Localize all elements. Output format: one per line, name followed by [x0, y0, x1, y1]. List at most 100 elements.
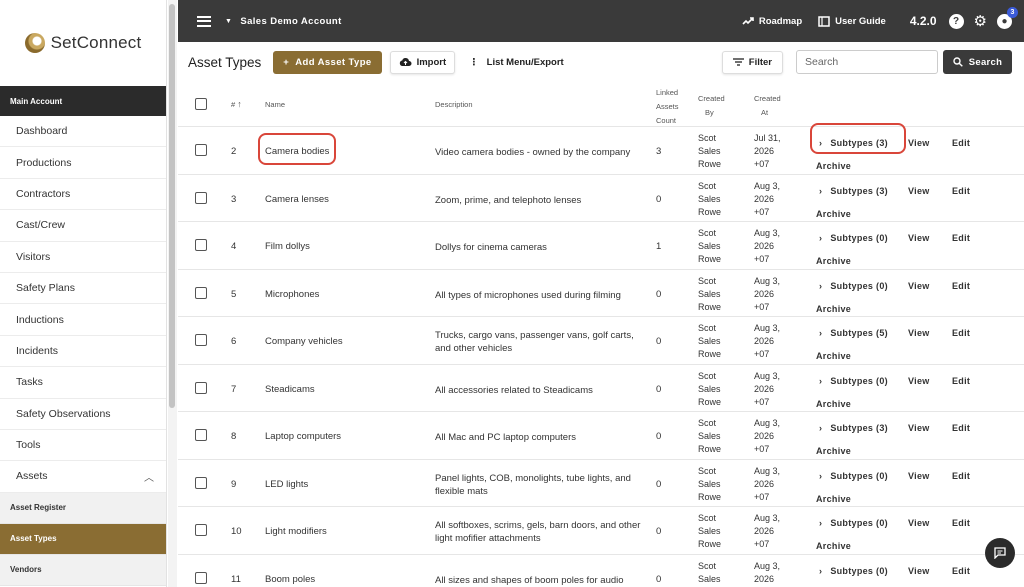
view-button[interactable]: View: [908, 376, 930, 386]
table-row[interactable]: 6 Company vehicles Trucks, cargo vans, pas…: [178, 317, 1024, 365]
subtypes-button[interactable]: › Subtypes (5): [819, 328, 888, 338]
edit-button[interactable]: Edit: [952, 423, 970, 433]
edit-button[interactable]: Edit: [952, 376, 970, 386]
add-asset-type-button[interactable]: + Add Asset Type: [273, 50, 382, 74]
asset-type-name[interactable]: Light modifiers: [265, 526, 327, 537]
asset-type-name[interactable]: LED lights: [265, 479, 308, 490]
row-checkbox[interactable]: [195, 286, 207, 299]
table-row[interactable]: 4 Film dollys Dollys for cinema cameras 1 Sc…: [178, 222, 1024, 270]
view-button[interactable]: View: [908, 328, 930, 338]
scrollbar-thumb[interactable]: [169, 4, 175, 408]
row-checkbox[interactable]: [195, 144, 207, 156]
subtypes-button[interactable]: › Subtypes (0): [819, 281, 888, 291]
view-button[interactable]: View: [908, 138, 930, 148]
subtypes-button[interactable]: › Subtypes (0): [819, 471, 888, 481]
edit-button[interactable]: Edit: [952, 186, 970, 196]
column-header-created-by[interactable]: Created By: [698, 92, 725, 120]
archive-button[interactable]: Archive: [816, 446, 851, 456]
hamburger-menu-icon[interactable]: [197, 15, 211, 27]
view-button[interactable]: View: [908, 518, 930, 528]
column-header-number[interactable]: # ↑: [231, 99, 242, 109]
archive-button[interactable]: Archive: [816, 541, 851, 551]
edit-button[interactable]: Edit: [952, 518, 970, 528]
sidebar-item-tools[interactable]: Tools: [0, 430, 166, 462]
sidebar-item-productions[interactable]: Productions: [0, 147, 166, 179]
logo[interactable]: SetConnect: [0, 0, 166, 86]
sidebar-subitem-asset-register[interactable]: Asset Register: [0, 492, 166, 524]
user-menu[interactable]: ● 3: [997, 6, 1018, 29]
row-checkbox[interactable]: [195, 381, 207, 394]
sidebar-item-dashboard[interactable]: Dashboard: [0, 116, 166, 148]
row-checkbox[interactable]: [195, 334, 207, 346]
column-header-created-at[interactable]: Created At: [754, 92, 781, 120]
subtypes-button[interactable]: › Subtypes (0): [819, 376, 888, 386]
asset-type-name[interactable]: Laptop computers: [265, 431, 341, 442]
asset-type-name[interactable]: Steadicams: [265, 384, 315, 395]
view-button[interactable]: View: [908, 471, 930, 481]
sidebar-item-safety-observations[interactable]: Safety Observations: [0, 399, 166, 430]
sidebar-scrollbar[interactable]: [168, 0, 177, 587]
view-button[interactable]: View: [908, 566, 930, 576]
archive-button[interactable]: Archive: [816, 304, 851, 314]
subtypes-button[interactable]: › Subtypes (0): [819, 233, 888, 243]
select-all-checkbox[interactable]: [195, 98, 207, 110]
sidebar-subitem-vendors[interactable]: Vendors: [0, 554, 166, 586]
filter-button[interactable]: Filter: [721, 50, 783, 74]
archive-button[interactable]: Archive: [816, 494, 851, 504]
table-row[interactable]: 11 Boom poles All sizes and shapes of boom…: [178, 555, 1024, 587]
subtypes-button[interactable]: › Subtypes (0): [819, 566, 888, 576]
list-menu-export-button[interactable]: ⋮ List Menu/Export: [469, 57, 564, 68]
sidebar-item-contractors[interactable]: Contractors: [0, 179, 166, 211]
asset-type-name[interactable]: Company vehicles: [265, 336, 343, 347]
table-row[interactable]: 7 Steadicams All accessories related to St…: [178, 365, 1024, 412]
sidebar-item-safety-plans[interactable]: Safety Plans: [0, 273, 166, 305]
sidebar-subitem-asset-types[interactable]: Asset Types: [0, 523, 166, 555]
archive-button[interactable]: Archive: [816, 161, 851, 171]
user-guide-link[interactable]: User Guide: [818, 16, 886, 27]
column-header-name[interactable]: Name: [265, 100, 285, 109]
table-row[interactable]: 3 Camera lenses Zoom, prime, and telephoto…: [178, 175, 1024, 222]
sidebar-item-visitors[interactable]: Visitors: [0, 242, 166, 273]
search-button[interactable]: Search: [943, 50, 1012, 74]
view-button[interactable]: View: [908, 281, 930, 291]
edit-button[interactable]: Edit: [952, 138, 970, 148]
sidebar-item-inductions[interactable]: Inductions: [0, 304, 166, 336]
archive-button[interactable]: Archive: [816, 351, 851, 361]
roadmap-link[interactable]: Roadmap: [742, 16, 802, 27]
subtypes-button[interactable]: › Subtypes (3): [819, 186, 888, 196]
edit-button[interactable]: Edit: [952, 328, 970, 338]
column-header-linked-assets-count[interactable]: Linked Assets Count: [656, 86, 679, 128]
edit-button[interactable]: Edit: [952, 281, 970, 291]
import-button[interactable]: Import: [389, 50, 456, 74]
asset-type-name[interactable]: Boom poles: [265, 574, 315, 585]
table-row[interactable]: 9 LED lights Panel lights, COB, monolights…: [178, 460, 1024, 507]
asset-type-name[interactable]: Microphones: [265, 289, 319, 300]
sidebar-item-assets[interactable]: Assets ︿: [0, 461, 166, 493]
row-checkbox[interactable]: [195, 191, 207, 204]
asset-type-name[interactable]: Camera lenses: [265, 194, 329, 205]
column-header-description[interactable]: Description: [435, 100, 473, 109]
row-checkbox[interactable]: [195, 239, 207, 251]
subtypes-button[interactable]: › Subtypes (3): [819, 423, 888, 433]
view-button[interactable]: View: [908, 423, 930, 433]
edit-button[interactable]: Edit: [952, 233, 970, 243]
search-input[interactable]: [796, 50, 938, 74]
asset-type-name[interactable]: Film dollys: [265, 241, 310, 252]
archive-button[interactable]: Archive: [816, 209, 851, 219]
archive-button[interactable]: Archive: [816, 256, 851, 266]
view-button[interactable]: View: [908, 233, 930, 243]
sidebar-item-cast-crew[interactable]: Cast/Crew: [0, 210, 166, 242]
account-switcher[interactable]: ▼ Sales Demo Account: [225, 16, 342, 27]
edit-button[interactable]: Edit: [952, 471, 970, 481]
view-button[interactable]: View: [908, 186, 930, 196]
edit-button[interactable]: Edit: [952, 566, 970, 576]
sidebar-item-tasks[interactable]: Tasks: [0, 367, 166, 399]
archive-button[interactable]: Archive: [816, 399, 851, 409]
table-row[interactable]: 8 Laptop computers All Mac and PC laptop c…: [178, 412, 1024, 460]
row-checkbox[interactable]: [195, 476, 207, 489]
row-checkbox[interactable]: [195, 571, 207, 584]
gear-icon[interactable]: ⚙: [974, 12, 987, 30]
table-row[interactable]: 10 Light modifiers All softboxes, scrims, …: [178, 507, 1024, 555]
row-checkbox[interactable]: [195, 429, 207, 441]
subtypes-button[interactable]: › Subtypes (0): [819, 518, 888, 528]
